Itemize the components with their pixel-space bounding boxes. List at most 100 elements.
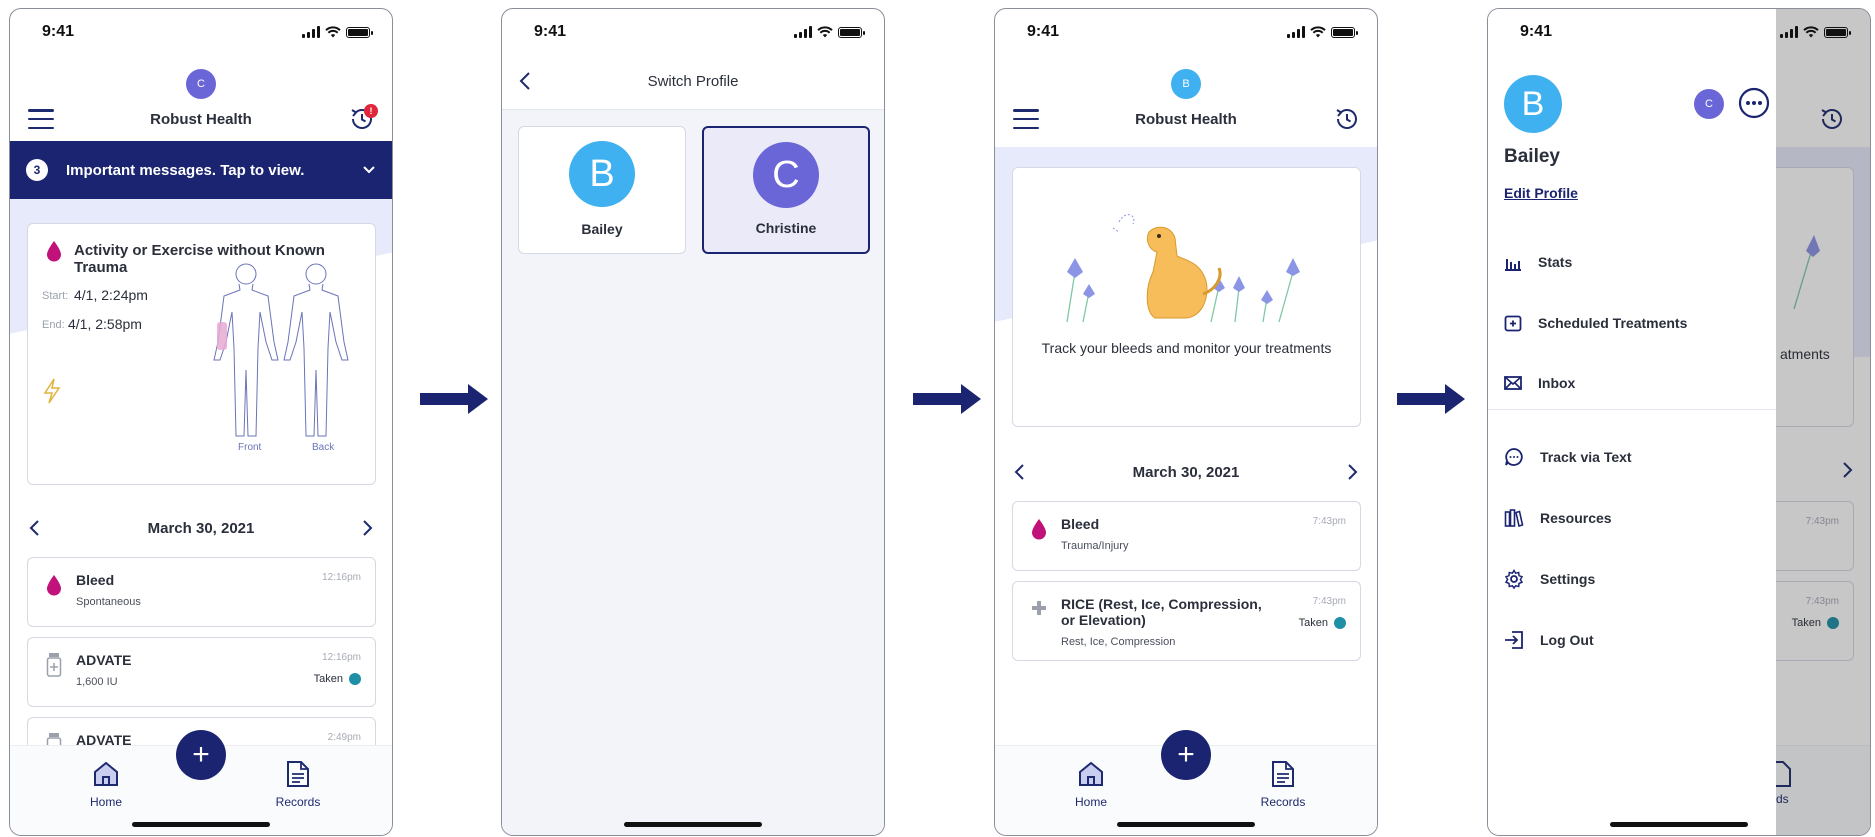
log-time: 7:43pm bbox=[1312, 516, 1346, 527]
home-icon bbox=[1079, 761, 1103, 786]
start-label: Start: bbox=[42, 290, 69, 302]
log-time: 2:49pm bbox=[327, 732, 361, 743]
menu-item-label: Log Out bbox=[1540, 632, 1594, 648]
add-entry-button[interactable]: + bbox=[176, 730, 226, 780]
log-subtitle: Rest, Ice, Compression bbox=[1061, 636, 1176, 648]
menu-item-label: Resources bbox=[1540, 510, 1612, 526]
profile-avatar[interactable]: B bbox=[1171, 69, 1201, 99]
prev-day-icon[interactable] bbox=[28, 519, 40, 537]
medicine-vial-icon bbox=[46, 653, 62, 677]
wifi-icon bbox=[817, 26, 833, 38]
status-icons bbox=[1287, 26, 1358, 38]
next-day-icon[interactable] bbox=[1347, 463, 1359, 481]
tab-records-label: Records bbox=[275, 795, 321, 809]
app-title: Robust Health bbox=[150, 111, 252, 128]
menu-item-log-out[interactable]: Log Out bbox=[1504, 630, 1594, 650]
taken-status: Taken bbox=[1299, 617, 1346, 629]
wifi-icon bbox=[1310, 26, 1326, 38]
body-map-figure[interactable] bbox=[206, 260, 356, 440]
tab-home[interactable]: Home bbox=[1051, 760, 1131, 809]
status-time: 9:41 bbox=[1520, 23, 1553, 40]
edit-profile-link[interactable]: Edit Profile bbox=[1504, 185, 1578, 201]
date-navigator: March 30, 2021 bbox=[995, 457, 1377, 487]
tab-bar: Home + Records bbox=[10, 730, 392, 835]
chevron-down-icon bbox=[363, 166, 375, 174]
phone-side-menu: 9:41 atments 7:43pm 7:43pm Taken rds B C… bbox=[1487, 8, 1871, 836]
signal-icon bbox=[794, 26, 812, 38]
log-time: 12:16pm bbox=[322, 652, 361, 663]
flow-arrow-icon bbox=[420, 384, 488, 414]
chat-bubble-icon bbox=[1505, 448, 1523, 466]
taken-label: Taken bbox=[313, 673, 343, 685]
profile-name: Christine bbox=[755, 220, 817, 236]
status-time: 9:41 bbox=[1027, 23, 1060, 40]
log-subtitle: 1,600 IU bbox=[76, 676, 118, 688]
menu-item-label: Track via Text bbox=[1540, 449, 1632, 465]
envelope-icon bbox=[1504, 376, 1522, 390]
home-icon bbox=[94, 761, 118, 786]
home-indicator bbox=[1117, 822, 1255, 827]
status-icons bbox=[794, 26, 865, 38]
log-title: RICE (Rest, Ice, Compression, or Elevati… bbox=[1061, 596, 1262, 628]
signal-icon bbox=[1780, 26, 1798, 38]
dim-overlay[interactable] bbox=[1774, 9, 1870, 835]
end-label: End: bbox=[42, 319, 65, 331]
menu-item-inbox[interactable]: Inbox bbox=[1504, 375, 1575, 391]
current-profile-avatar[interactable]: B bbox=[1504, 75, 1562, 133]
tab-bar: Home + Records bbox=[995, 730, 1377, 835]
taken-status: Taken bbox=[314, 673, 361, 685]
status-icons bbox=[1780, 26, 1851, 38]
tab-home-label: Home bbox=[89, 795, 122, 809]
welcome-text: Track your bleeds and monitor your treat… bbox=[1041, 340, 1332, 356]
active-episode-card[interactable]: Activity or Exercise without Known Traum… bbox=[27, 223, 376, 485]
tab-records[interactable]: Records bbox=[1243, 760, 1323, 809]
menu-item-settings[interactable]: Settings bbox=[1504, 569, 1595, 589]
home-indicator bbox=[624, 822, 762, 827]
message-count-badge: 3 bbox=[26, 159, 48, 181]
status-bar: 9:41 bbox=[1488, 9, 1870, 55]
battery-icon bbox=[1824, 26, 1851, 38]
back-label: Back bbox=[312, 442, 335, 453]
blood-drop-icon bbox=[47, 575, 61, 596]
status-icons bbox=[302, 26, 373, 38]
app-title: Robust Health bbox=[1135, 111, 1237, 128]
page-title: Switch Profile bbox=[647, 73, 739, 90]
welcome-card: Track your bleeds and monitor your treat… bbox=[1012, 167, 1361, 427]
switch-profile-avatar[interactable]: C bbox=[1694, 89, 1724, 119]
profile-card-christine[interactable]: C Christine bbox=[702, 126, 870, 254]
more-options-icon[interactable] bbox=[1738, 87, 1770, 119]
records-document-icon bbox=[287, 761, 309, 787]
important-messages-banner[interactable]: 3 Important messages. Tap to view. bbox=[10, 141, 392, 199]
profile-card-bailey[interactable]: B Bailey bbox=[518, 126, 686, 254]
menu-item-scheduled-treatments[interactable]: Scheduled Treatments bbox=[1504, 314, 1687, 332]
tab-home[interactable]: Home bbox=[66, 760, 146, 809]
tab-home-label: Home bbox=[1074, 795, 1107, 809]
history-icon[interactable] bbox=[1333, 105, 1361, 133]
next-day-icon[interactable] bbox=[362, 519, 374, 537]
app-header: C Robust Health ! bbox=[10, 55, 392, 147]
log-time: 7:43pm bbox=[1312, 596, 1346, 607]
log-entry-bleed[interactable]: Bleed Trauma/Injury 7:43pm bbox=[1012, 501, 1361, 571]
log-entry-rice[interactable]: RICE (Rest, Ice, Compression, or Elevati… bbox=[1012, 581, 1361, 661]
tab-records[interactable]: Records bbox=[258, 760, 338, 809]
log-entry-bleed[interactable]: Bleed Spontaneous 12:16pm bbox=[27, 557, 376, 627]
profile-avatar[interactable]: C bbox=[186, 69, 216, 99]
prev-day-icon[interactable] bbox=[1013, 463, 1025, 481]
menu-item-stats[interactable]: Stats bbox=[1504, 253, 1572, 271]
battery-icon bbox=[346, 26, 373, 38]
menu-item-resources[interactable]: Resources bbox=[1504, 508, 1612, 528]
status-bar: 9:41 bbox=[995, 9, 1377, 55]
add-entry-button[interactable]: + bbox=[1161, 730, 1211, 780]
menu-item-label: Stats bbox=[1538, 254, 1573, 270]
side-drawer: B C Bailey Edit Profile Stats Scheduled … bbox=[1488, 9, 1776, 835]
log-subtitle: Spontaneous bbox=[76, 596, 141, 608]
taken-dot bbox=[349, 673, 361, 685]
notification-badge: ! bbox=[364, 104, 378, 118]
start-value: 4/1, 2:24pm bbox=[74, 287, 148, 303]
front-label: Front bbox=[238, 442, 262, 453]
log-entry-advate[interactable]: ADVATE 1,600 IU 12:16pm Taken bbox=[27, 637, 376, 707]
home-indicator bbox=[132, 822, 270, 827]
battery-icon bbox=[838, 26, 865, 38]
books-icon bbox=[1504, 509, 1524, 528]
menu-item-track-via-text[interactable]: Track via Text bbox=[1504, 447, 1632, 467]
